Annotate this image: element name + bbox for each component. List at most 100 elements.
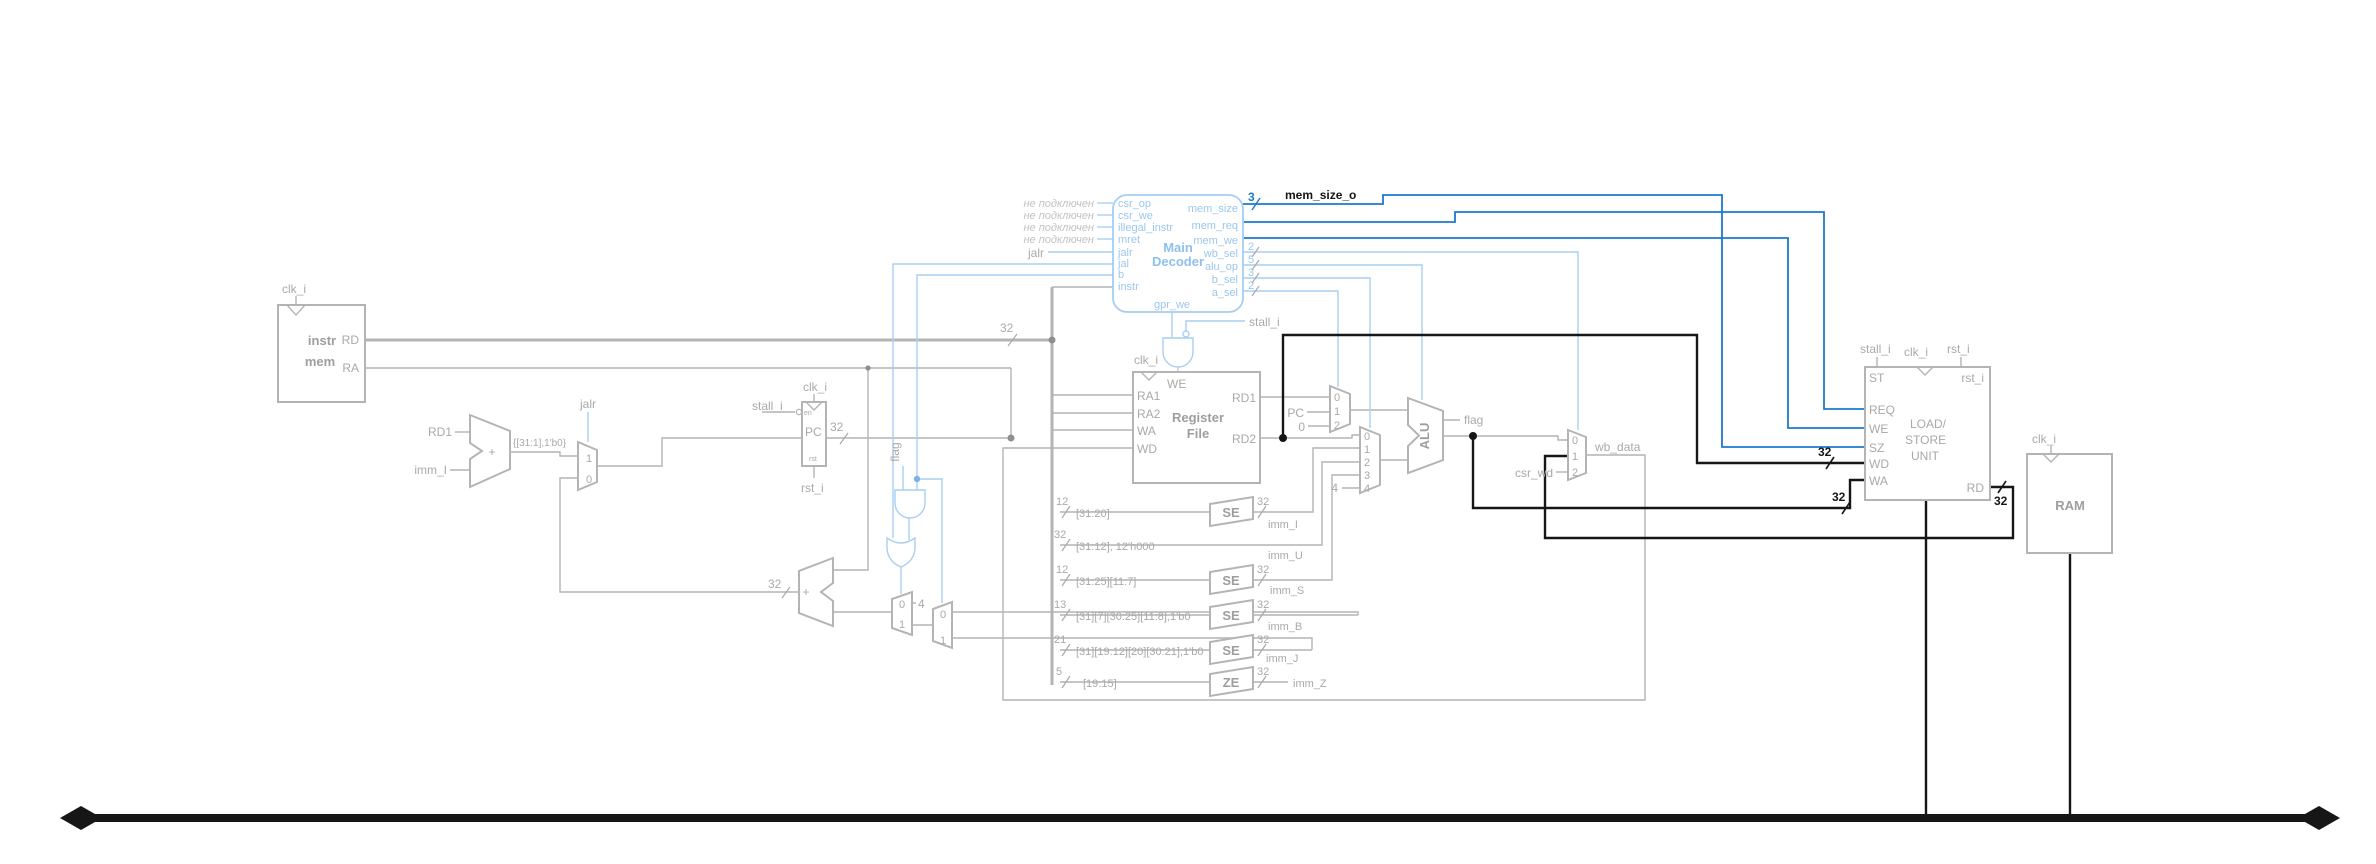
const-4-label: 4 xyxy=(918,597,925,611)
imm-s-name: imm_S xyxy=(1270,585,1304,597)
jalr-mux-0: 0 xyxy=(586,474,592,486)
instr-bus-width: 32 xyxy=(1000,321,1014,335)
load-store-unit-block[interactable]: clk_i stall_i rst_i ST rst_i REQ WE SZ W… xyxy=(1860,342,1990,500)
wb-sel-mux[interactable]: 0 1 2 xyxy=(1568,430,1586,480)
bottom-bus[interactable] xyxy=(60,806,2340,830)
instr-mem-block[interactable]: clk_i instr mem RD RA xyxy=(278,282,365,402)
lsu-rst-port: rst_i xyxy=(1961,371,1984,385)
a-sel-mux[interactable]: 0 1 2 xyxy=(1330,386,1350,432)
decoder-port-gpr-we: gpr_we xyxy=(1154,299,1190,311)
pc-net-label: PC xyxy=(1287,406,1304,420)
pc-adder[interactable]: + xyxy=(799,558,833,626)
regfile-title-2: File xyxy=(1187,426,1209,441)
decoder-title-1: Main xyxy=(1163,240,1193,255)
gprwe-gate-wires xyxy=(1172,312,1245,372)
lsu-wa-port: WA xyxy=(1869,474,1888,488)
imm-z-slice: [19:15] xyxy=(1083,678,1117,690)
imm-i-name: imm_I xyxy=(1268,519,1298,531)
decoder-port-mret: mret xyxy=(1118,234,1140,246)
se-box-imm-j[interactable]: SE xyxy=(1210,635,1253,664)
instr-mem-rd-port: RD xyxy=(342,333,360,347)
pc-adder-width: 32 xyxy=(768,577,782,591)
se-label: SE xyxy=(1222,608,1240,623)
sign-extend-boxes: SE SE SE SE ZE xyxy=(1210,497,1253,696)
lsu-rst-label: rst_i xyxy=(1947,342,1970,356)
regfile-wa-port: WA xyxy=(1137,424,1156,438)
flag-net-label: flag xyxy=(888,442,902,461)
decoder-port-alu-op: alu_op xyxy=(1205,261,1238,273)
b-mux-1: 1 xyxy=(1364,444,1370,456)
a-mux-0: 0 xyxy=(1334,392,1340,404)
pc-stall-label: stall_i xyxy=(752,399,783,413)
imm-i-net-label: imm_I xyxy=(414,463,447,477)
regfile-rd2-port: RD2 xyxy=(1232,432,1256,446)
regfile-we-port: WE xyxy=(1167,377,1186,391)
instr-mem-ra-port: RA xyxy=(342,361,359,375)
se-box-imm-s[interactable]: SE xyxy=(1210,565,1253,594)
wb-mux-0: 0 xyxy=(1572,435,1578,447)
ze-label: ZE xyxy=(1223,675,1240,690)
se-label: SE xyxy=(1222,643,1240,658)
pc-clk-label: clk_i xyxy=(803,380,827,394)
instr-mem-clk-label: clk_i xyxy=(282,282,306,296)
a-mux-1: 1 xyxy=(1334,406,1340,418)
pc-feedback-wire xyxy=(365,368,1011,570)
pc-register[interactable]: clk_i en PC rst xyxy=(796,380,827,466)
wd-bus-width: 32 xyxy=(1818,445,1832,459)
imm-b-slice: [31][7][30:25][11:8],1'b0 xyxy=(1076,611,1190,623)
b-mux-0: 0 xyxy=(1364,431,1370,443)
decoder-port-b: b xyxy=(1118,269,1124,281)
decoder-port-wb-sel: wb_sel xyxy=(1203,248,1238,260)
jalr-mux[interactable]: 1 0 xyxy=(578,442,597,490)
imm-i-width: 12 xyxy=(1056,496,1068,508)
wb-sel-width: 2 xyxy=(1248,241,1254,253)
imm-j-name: imm_J xyxy=(1266,653,1298,665)
ze-box-imm-z[interactable]: ZE xyxy=(1210,667,1253,696)
enable-bubble-icon xyxy=(796,409,801,414)
ram-block[interactable]: clk_i RAM xyxy=(2027,432,2112,553)
not-connected-label-1: не подключен xyxy=(1023,198,1094,210)
instr-bus-wire xyxy=(365,287,1113,685)
branch-or-gate[interactable] xyxy=(887,538,915,567)
b-sel-mux[interactable]: 0 1 2 3 4 xyxy=(1360,427,1380,495)
imm-j-width: 21 xyxy=(1054,634,1066,646)
main-decoder-block[interactable]: Main Decoder csr_op csr_we illegal_instr… xyxy=(1113,195,1243,312)
not-connected-label-2: не подключен xyxy=(1023,210,1094,222)
pc-rst-label: rst_i xyxy=(801,481,824,495)
not-connected-label-4: не подключен xyxy=(1023,234,1094,246)
wb-mux-1: 1 xyxy=(1572,451,1578,463)
decoder-title-2: Decoder xyxy=(1152,254,1204,269)
pc-rst-port: rst xyxy=(809,456,817,463)
se-box-imm-i[interactable]: SE xyxy=(1210,497,1253,526)
branch-and-gate[interactable] xyxy=(895,490,925,518)
jalr-select-label: jalr xyxy=(579,397,596,411)
mem-req-wire xyxy=(1243,212,1865,409)
instr-mem-title-1: instr xyxy=(308,333,336,348)
jalr-target-adder[interactable]: + xyxy=(470,415,510,487)
se-box-imm-b[interactable]: SE xyxy=(1210,600,1253,629)
ram-title: RAM xyxy=(2055,498,2085,513)
wb-data-label: wb_data xyxy=(1594,440,1641,454)
adder1-plus: + xyxy=(488,445,495,459)
imm-b-name: imm_B xyxy=(1268,621,1302,633)
regfile-rd1-port: RD1 xyxy=(1232,391,1256,405)
not-connected-label-3: не подключен xyxy=(1023,222,1094,234)
alu-label: ALU xyxy=(1417,423,1432,450)
writeback-loop-wire xyxy=(1003,448,1645,700)
b-mux-4: 4 xyxy=(1364,483,1370,495)
lsu-sz-port: SZ xyxy=(1869,441,1884,455)
jalr-input-net-label: jalr xyxy=(1027,246,1044,260)
rd2-junction xyxy=(1279,434,1287,442)
register-file-block[interactable]: clk_i WE Register File RA1 RA2 WA WD RD1… xyxy=(1133,353,1260,483)
pc-adder-junction xyxy=(865,365,870,370)
decoder-port-mem-size: mem_size xyxy=(1188,203,1238,215)
imm-s-width: 12 xyxy=(1056,564,1068,576)
lsu-we-port: WE xyxy=(1869,422,1888,436)
alu-out-junction xyxy=(1469,432,1477,440)
alu-block[interactable]: ALU xyxy=(1408,398,1443,473)
pc-offset-mux[interactable]: 0 1 xyxy=(892,592,912,635)
imm-bj-mux[interactable]: 0 1 xyxy=(933,602,952,648)
decoder-port-a-sel: a_sel xyxy=(1212,287,1238,299)
gprwe-and-gate[interactable] xyxy=(1163,331,1193,367)
imm-s-slice: [31:25][11:7] xyxy=(1076,576,1136,588)
